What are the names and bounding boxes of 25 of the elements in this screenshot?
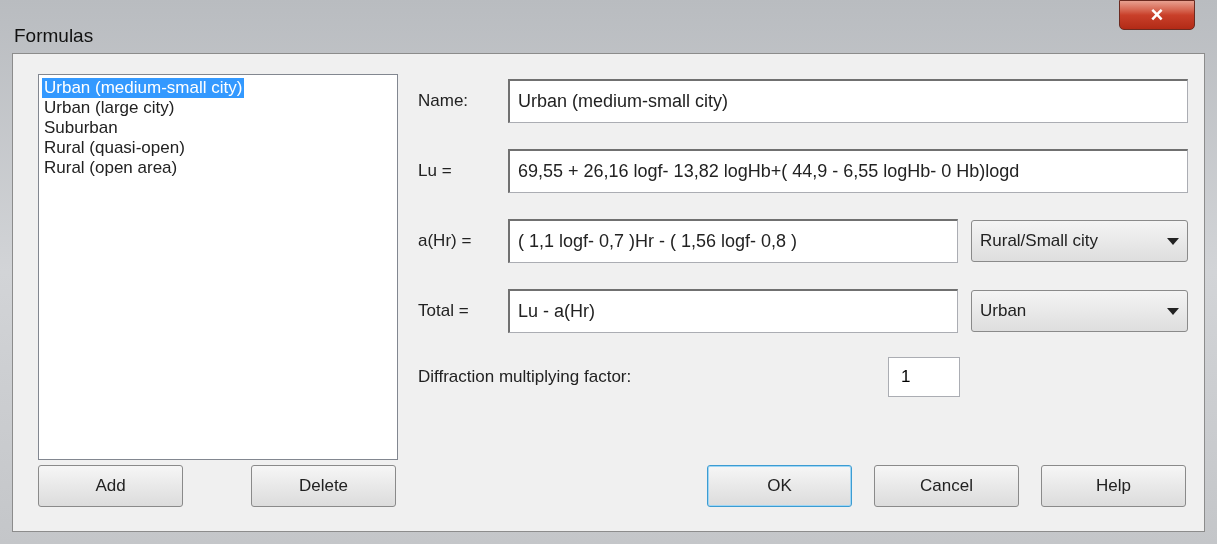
dialog-button[interactable]: Help xyxy=(1041,465,1186,507)
list-item[interactable]: Suburban xyxy=(42,118,120,138)
dialog-button[interactable]: Add xyxy=(38,465,183,507)
field-label: Lu = xyxy=(418,160,453,183)
formula-field[interactable]: 69,55 + 26,16 logf- 13,82 logHb+( 44,9 - 6,55 logHb- 0 Hb)logd xyxy=(508,149,1188,193)
field-label: Name: xyxy=(418,90,470,113)
formula-field[interactable]: Lu - a(Hr) xyxy=(508,289,958,333)
list-item[interactable]: Rural (open area) xyxy=(42,158,180,178)
field-label: Total = xyxy=(418,300,470,323)
formula-field[interactable]: ( 1,1 logf- 0,7 )Hr - ( 1,56 logf- 0,8 ) xyxy=(508,219,958,263)
list-item[interactable]: Urban (large city) xyxy=(42,98,177,118)
dropdown[interactable]: Rural/Small city xyxy=(971,220,1188,262)
dialog-button[interactable]: Cancel xyxy=(874,465,1019,507)
formula-field[interactable]: Urban (medium-small city) xyxy=(508,79,1188,123)
factor-field[interactable]: 1 xyxy=(888,357,960,397)
window-title: Formulas xyxy=(14,24,94,48)
field-label: a(Hr) = xyxy=(418,230,473,253)
field-label: Diffraction multiplying factor: xyxy=(418,366,633,389)
dialog-button[interactable]: OK xyxy=(707,465,852,507)
list-item[interactable]: Rural (quasi-open) xyxy=(42,138,187,158)
close-button[interactable]: × xyxy=(1119,0,1195,30)
caret-icon xyxy=(1167,237,1179,245)
dropdown[interactable]: Urban xyxy=(971,290,1188,332)
dialog-button[interactable]: Delete xyxy=(251,465,396,507)
caret-icon xyxy=(1167,307,1179,315)
